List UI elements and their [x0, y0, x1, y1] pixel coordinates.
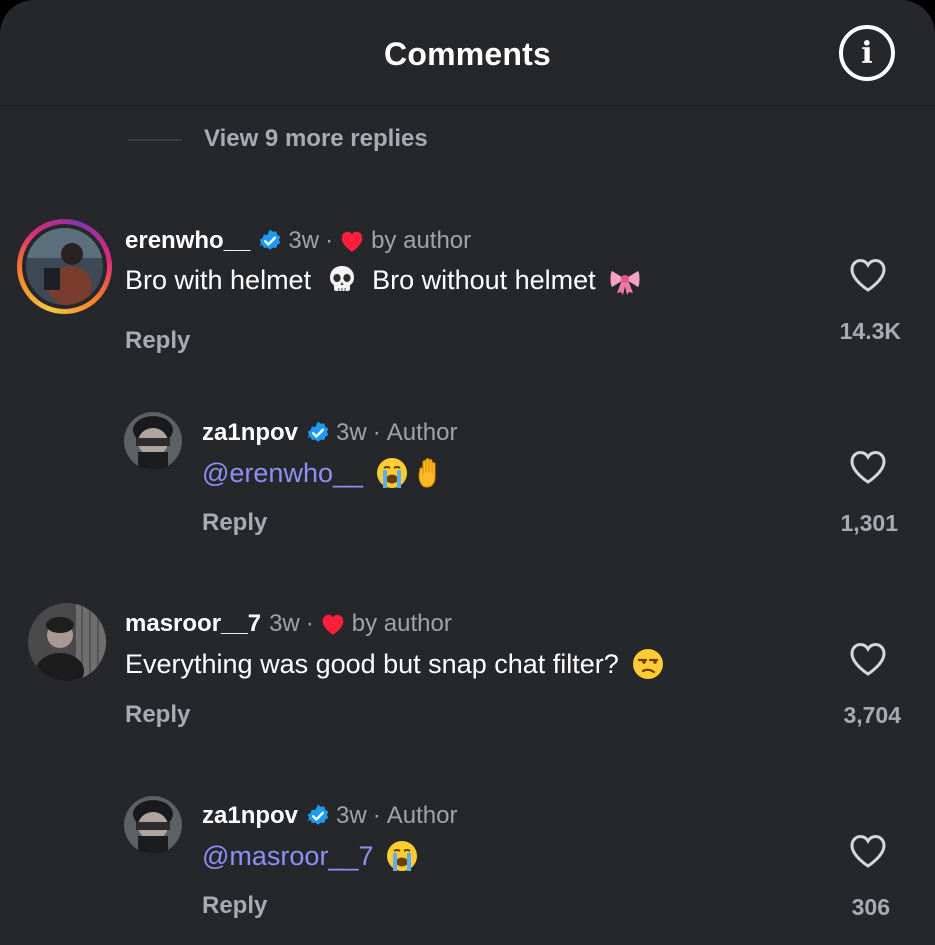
raised-hand-emoji [418, 458, 436, 488]
like-heart-icon[interactable] [848, 448, 888, 486]
verified-badge-icon [307, 804, 329, 825]
comment-header: masroor__7 3w · by author [125, 610, 452, 638]
author-badge: Author [386, 802, 458, 829]
like-count: 1,301 [840, 510, 898, 536]
username[interactable]: za1npov [202, 802, 298, 830]
liked-by-author-label: by author [371, 227, 472, 254]
like-heart-icon[interactable] [848, 640, 888, 678]
comment-age: 3w [336, 802, 367, 829]
like-heart-icon[interactable] [848, 832, 888, 870]
comment-age: 3w [288, 227, 320, 254]
mention-link[interactable]: @erenwho__ [202, 458, 363, 489]
loudly-crying-emoji [387, 841, 418, 871]
username[interactable]: za1npov [202, 419, 298, 447]
view-more-replies-button[interactable]: View 9 more replies [204, 125, 428, 153]
separator: · [325, 227, 334, 254]
separator: · [372, 802, 381, 829]
comment-text: @erenwho__ [202, 456, 447, 490]
ribbon-emoji [610, 271, 640, 295]
comment-text-part1: Bro with helmet [125, 264, 312, 295]
author-liked-heart-icon [322, 614, 344, 635]
comment-age: 3w [269, 610, 300, 637]
avatar[interactable] [28, 603, 106, 681]
comments-sheet: Comments i View 9 more replies erenwho__… [0, 0, 935, 945]
like-count: 3,704 [843, 702, 901, 728]
unamused-face-emoji [632, 649, 663, 679]
info-icon[interactable]: i [839, 25, 895, 81]
author-badge: Author [386, 419, 458, 446]
like-count: 306 [851, 894, 890, 920]
reply-button[interactable]: Reply [125, 327, 190, 355]
separator: · [305, 610, 314, 637]
loudly-crying-emoji [377, 458, 408, 488]
like-heart-icon[interactable] [848, 256, 888, 294]
liked-by-author-label: by author [351, 610, 452, 637]
comment-text: Bro with helmet Bro without helmet [125, 263, 642, 297]
header-title: Comments [384, 36, 551, 72]
mention-link[interactable]: @masroor__7 [202, 841, 373, 872]
comment-header: erenwho__ 3w · by author [125, 227, 471, 255]
reply-button[interactable]: Reply [202, 892, 267, 920]
username[interactable]: masroor__7 [125, 610, 261, 638]
verified-badge-icon [260, 229, 281, 250]
like-count: 14.3K [839, 318, 901, 344]
comments-header: Comments i [0, 0, 935, 106]
reply-button[interactable]: Reply [125, 701, 190, 729]
comment-text-part2: Bro without helmet [372, 264, 596, 295]
reply-button[interactable]: Reply [202, 509, 267, 537]
comment-header: za1npov 3w · Author [202, 802, 457, 830]
skull-emoji [330, 266, 355, 291]
comment-text: Everything was good but snap chat filter… [125, 647, 665, 681]
thread-line [128, 139, 182, 141]
avatar[interactable] [124, 796, 182, 854]
comment-text-part1: Everything was good but snap chat filter… [125, 648, 619, 679]
username[interactable]: erenwho__ [125, 227, 250, 255]
avatar[interactable] [26, 228, 103, 305]
separator: · [372, 419, 381, 446]
avatar[interactable] [124, 412, 182, 470]
verified-badge-icon [307, 421, 329, 442]
comment-age: 3w [336, 419, 367, 446]
comment-text: @masroor__7 [202, 839, 419, 873]
author-liked-heart-icon [341, 231, 363, 252]
comment-header: za1npov 3w · Author [202, 419, 457, 447]
